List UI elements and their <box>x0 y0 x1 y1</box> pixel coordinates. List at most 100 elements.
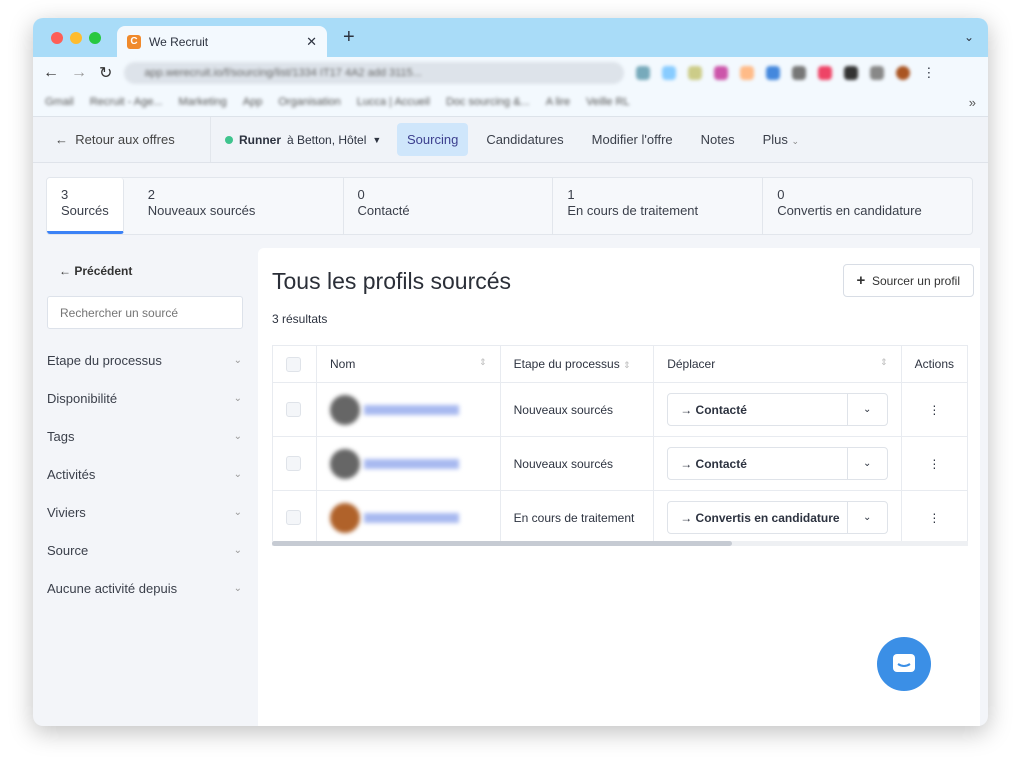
close-window-button[interactable] <box>51 32 63 44</box>
tab-modifier-offre[interactable]: Modifier l'offre <box>582 123 683 156</box>
move-split-button[interactable]: → Contacté ⌄ <box>667 393 888 426</box>
back-arrow-icon[interactable]: ← <box>43 64 59 82</box>
avatar <box>329 394 360 425</box>
chevron-down-icon: ⌄ <box>846 448 887 479</box>
filter-aucune-activite[interactable]: Aucune activité depuis ⌄ <box>33 569 258 607</box>
filter-activites[interactable]: Activités ⌄ <box>33 455 258 493</box>
bookmark[interactable]: App <box>243 96 263 108</box>
bookmark[interactable]: Lucca | Accueil <box>357 96 430 108</box>
column-actions: Actions <box>900 345 969 383</box>
app-nav: ← Retour aux offres Runner à Betton, Hôte… <box>33 117 988 163</box>
stage-convertis[interactable]: 0 Convertis en candidature <box>763 178 972 234</box>
horizontal-scrollbar[interactable] <box>272 541 968 546</box>
tab-sourcing[interactable]: Sourcing <box>397 123 469 156</box>
filter-etape[interactable]: Etape du processus ⌄ <box>33 341 258 379</box>
move-split-button[interactable]: → Convertis en candidature ⌄ <box>667 501 888 534</box>
browser-window: C We Recruit ✕ + ⌄ ← → ↻ app.werecruit.i… <box>33 18 988 726</box>
filter-source[interactable]: Source ⌄ <box>33 531 258 569</box>
table-row: En cours de traitement → Convertis en ca… <box>272 490 969 545</box>
search-input[interactable] <box>47 296 243 329</box>
bookmarks-bar: Gmail Recruit - Age... Marketing App Org… <box>33 88 988 117</box>
candidate-name[interactable] <box>315 382 501 437</box>
extension-icon[interactable] <box>636 65 651 80</box>
extension-icon[interactable] <box>662 65 677 80</box>
row-actions-menu-icon[interactable]: ⋮ <box>900 490 969 545</box>
chat-launcher-button[interactable] <box>877 637 931 691</box>
select-all-checkbox[interactable] <box>286 356 301 372</box>
back-to-offers-link[interactable]: ← Retour aux offres <box>33 117 211 162</box>
tab-bar: C We Recruit ✕ + ⌄ <box>33 18 988 57</box>
column-nom[interactable]: Nom ⇕ <box>315 345 501 383</box>
extension-icon[interactable] <box>766 65 781 80</box>
chevron-down-icon: ⌄ <box>233 430 242 442</box>
werecruit-favicon-icon: C <box>127 34 141 49</box>
plus-icon: + <box>856 272 866 289</box>
extension-icon[interactable] <box>792 65 807 80</box>
main-panel: Tous les profils sourcés + Sourcer un pr… <box>258 248 980 726</box>
stage-sources[interactable]: 3 Sourcés <box>47 178 124 234</box>
column-deplacer[interactable]: Déplacer ⇕ <box>653 345 902 383</box>
row-checkbox[interactable] <box>286 456 301 471</box>
chevron-down-icon: ▼ <box>372 134 382 145</box>
chevron-down-icon: ⌄ <box>233 468 242 480</box>
tab-notes[interactable]: Notes <box>691 123 745 156</box>
browser-menu-icon[interactable]: ⋮ <box>922 65 935 81</box>
candidate-name[interactable] <box>315 490 501 545</box>
extension-icon[interactable] <box>688 65 703 80</box>
tab-search-chevron-icon[interactable]: ⌄ <box>964 30 974 44</box>
extension-icon[interactable] <box>870 65 885 80</box>
extension-icon[interactable] <box>818 65 833 80</box>
chevron-down-icon: ⌄ <box>233 544 242 556</box>
column-etape[interactable]: Etape du processus ⇕ <box>499 345 655 383</box>
filter-viviers[interactable]: Viviers ⌄ <box>33 493 258 531</box>
stage-en-cours[interactable]: 1 En cours de traitement <box>553 178 764 234</box>
page-title: Tous les profils sourcés <box>272 268 512 294</box>
previous-link[interactable]: ← Précédent <box>33 248 258 278</box>
row-checkbox[interactable] <box>286 402 301 417</box>
extension-icon[interactable] <box>740 65 755 80</box>
profile-avatar[interactable] <box>896 65 911 80</box>
stage-contacte[interactable]: 0 Contacté <box>344 178 554 234</box>
add-profile-button[interactable]: + Sourcer un profil <box>842 264 974 297</box>
chevron-down-icon: ⌄ <box>846 394 887 425</box>
results-count: 3 résultats <box>272 312 328 326</box>
extension-icon[interactable] <box>714 65 729 80</box>
bookmark[interactable]: Recruit - Age... <box>90 96 163 108</box>
extension-icon[interactable] <box>844 65 859 80</box>
avatar <box>329 448 360 479</box>
row-actions-menu-icon[interactable]: ⋮ <box>900 382 969 437</box>
chevron-down-icon: ⌄ <box>233 582 242 594</box>
close-tab-icon[interactable]: ✕ <box>306 34 317 50</box>
browser-tab[interactable]: C We Recruit ✕ <box>117 26 327 57</box>
candidate-name[interactable] <box>315 436 501 491</box>
bookmark[interactable]: Gmail <box>45 96 74 108</box>
maximize-window-button[interactable] <box>89 32 101 44</box>
profiles-table: Nom ⇕ Etape du processus ⇕ Déplacer ⇕ Acti… <box>272 345 969 545</box>
tab-plus[interactable]: Plus ⌄ <box>753 123 809 156</box>
tab-candidatures[interactable]: Candidatures <box>476 123 573 156</box>
forward-arrow-icon[interactable]: → <box>71 64 87 82</box>
minimize-window-button[interactable] <box>70 32 82 44</box>
move-split-button[interactable]: → Contacté ⌄ <box>667 447 888 480</box>
bookmark[interactable]: A lire <box>546 96 570 108</box>
filter-sidebar: ← Précédent Etape du processus⌄ Disponib… <box>33 248 258 607</box>
bookmark[interactable]: Doc sourcing &... <box>446 96 530 108</box>
more-bookmarks-icon[interactable]: » <box>969 95 976 110</box>
stage-nouveaux[interactable]: 2 Nouveaux sourcés <box>134 178 344 234</box>
chat-icon <box>893 654 915 672</box>
filter-tags[interactable]: Tags ⌄ <box>33 417 258 455</box>
bookmark[interactable]: Marketing <box>179 96 227 108</box>
filter-disponibilite[interactable]: Disponibilité ⌄ <box>33 379 258 417</box>
reload-icon[interactable]: ↻ <box>99 63 112 83</box>
new-tab-button[interactable]: + <box>343 26 355 49</box>
row-actions-menu-icon[interactable]: ⋮ <box>900 436 969 491</box>
chevron-down-icon: ⌄ <box>791 136 800 146</box>
avatar <box>329 502 360 533</box>
bookmark[interactable]: Organisation <box>278 96 340 108</box>
bookmark[interactable]: Veille RL <box>586 96 629 108</box>
job-selector[interactable]: Runner à Betton, Hôtel ▼ <box>211 133 397 147</box>
sort-icon: ⇕ <box>623 360 631 370</box>
stage-tabs: 3 Sourcés 2 Nouveaux sourcés 0 Contacté 1 En… <box>46 177 973 235</box>
row-checkbox[interactable] <box>286 510 301 525</box>
address-bar[interactable]: app.werecruit.io/f/sourcing/list/1334 IT… <box>124 61 625 84</box>
